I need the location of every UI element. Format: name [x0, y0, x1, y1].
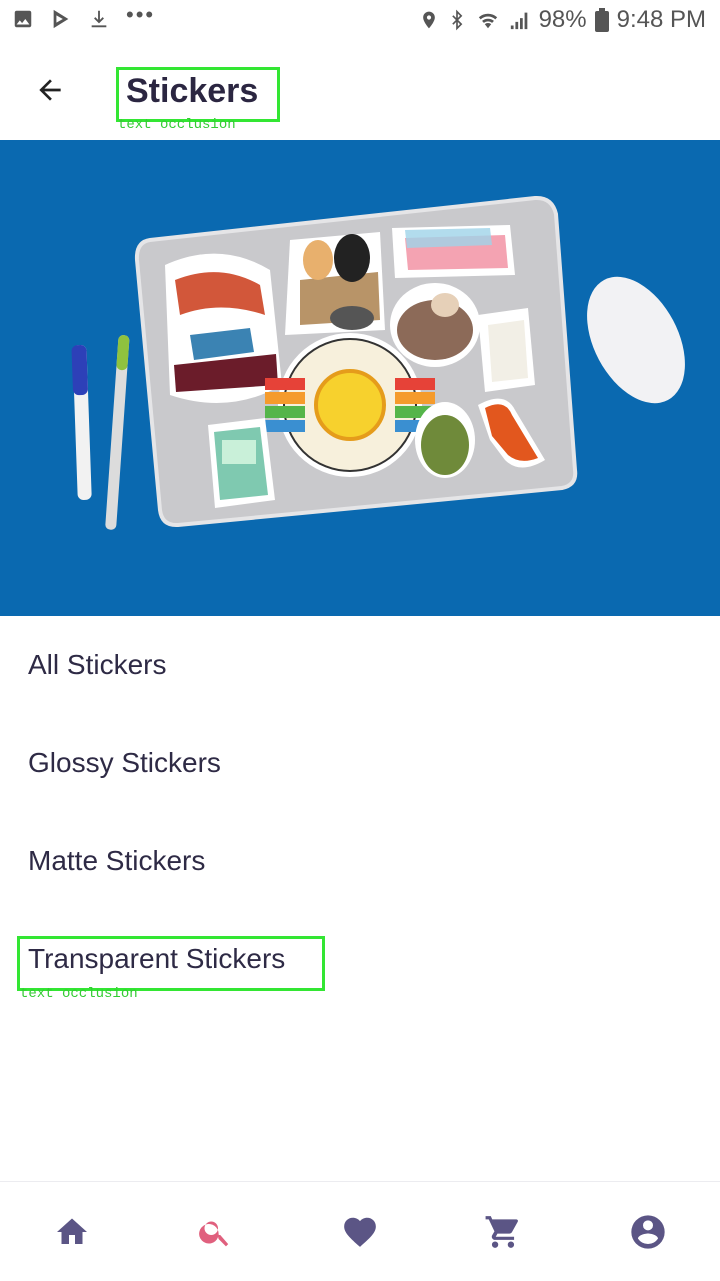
category-highlight-box: [17, 936, 325, 991]
category-label: Matte Stickers: [28, 845, 206, 876]
sticker-reading-dino: [415, 402, 475, 478]
account-icon: [631, 1215, 665, 1249]
play-store-icon: [53, 9, 69, 29]
nav-cart[interactable]: [479, 1208, 527, 1256]
sticker-bmo: [208, 418, 275, 508]
wifi-icon: [478, 13, 497, 29]
category-item-matte[interactable]: Matte Stickers: [0, 812, 720, 908]
title-highlight-box: [116, 67, 280, 122]
category-annotation-label: text occlusion: [20, 986, 138, 1002]
laptop-stickers-image: [0, 140, 720, 616]
download-icon: [91, 10, 107, 28]
heart-icon: [344, 1217, 376, 1247]
sticker-sloths: [390, 283, 480, 367]
bottom-navigation: [0, 1181, 720, 1281]
nav-account[interactable]: [624, 1208, 672, 1256]
category-label: All Stickers: [28, 649, 167, 680]
sticker-cats-box: [285, 232, 385, 335]
image-icon: [14, 10, 32, 28]
back-button[interactable]: [24, 64, 76, 116]
location-icon: [422, 11, 435, 29]
sticker-my-weekend: [165, 253, 282, 403]
battery-icon: [594, 8, 609, 32]
category-item-glossy[interactable]: Glossy Stickers: [0, 714, 720, 810]
bluetooth-icon: [451, 9, 462, 31]
nav-favorites[interactable]: [336, 1208, 384, 1256]
cart-icon: [485, 1216, 518, 1248]
app-bar: Stickers text occlusion: [0, 42, 720, 141]
sticker-tea-bag: [478, 308, 535, 392]
battery-percent: 98%: [538, 6, 587, 33]
clock: 9:48 PM: [616, 6, 706, 33]
title-annotation-label: text occlusion: [118, 117, 236, 133]
status-bar: ••• 98% 9:48 PM: [0, 0, 720, 42]
nav-search[interactable]: [191, 1208, 239, 1256]
category-item-all[interactable]: All Stickers: [0, 616, 720, 712]
hero-banner: [0, 140, 720, 616]
sticker-yikes: [392, 225, 515, 278]
nav-home[interactable]: [48, 1208, 96, 1256]
home-icon: [57, 1218, 87, 1244]
arrow-left-icon: [39, 79, 61, 101]
category-label: Glossy Stickers: [28, 747, 221, 778]
signal-icon: [510, 12, 527, 30]
more-dots-icon: •••: [126, 2, 156, 27]
search-icon: [199, 1221, 229, 1247]
